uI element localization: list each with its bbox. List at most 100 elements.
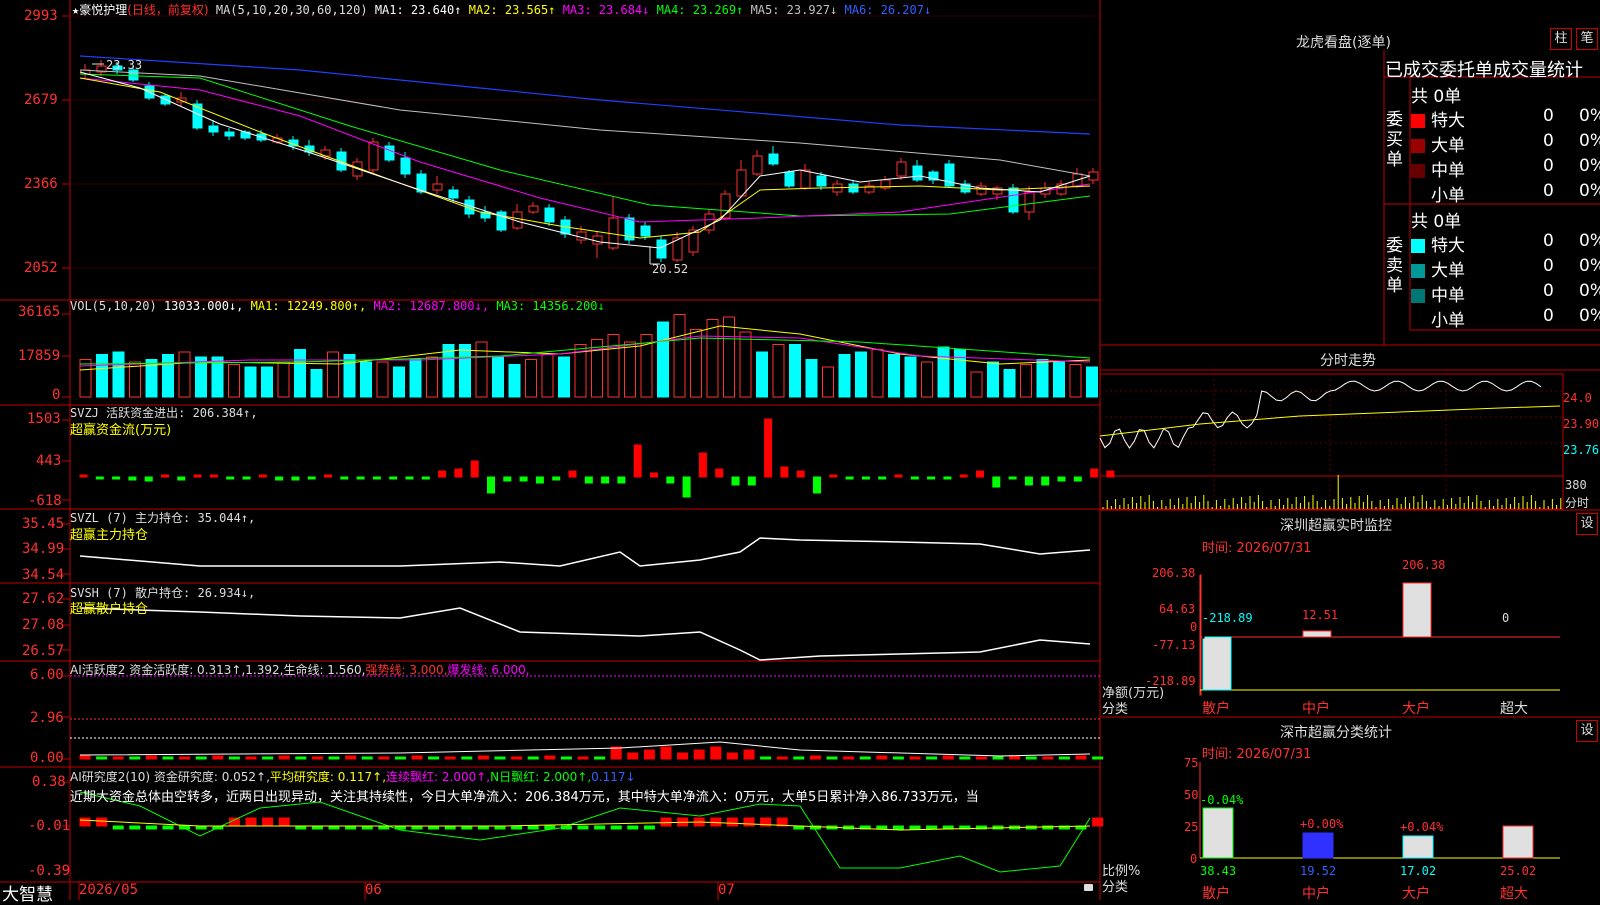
activity-bar bbox=[926, 756, 938, 760]
activity-bar bbox=[627, 752, 639, 760]
buy-total: 共 0单 bbox=[1411, 87, 1462, 107]
period-label[interactable]: (日线，前复权) bbox=[127, 3, 208, 17]
price-axis-1: 2993 bbox=[24, 8, 58, 24]
ma-item-1: MA1: 23.640↑ bbox=[374, 3, 462, 17]
chart-canvas[interactable] bbox=[0, 0, 1600, 900]
sell-row-name: 特大 bbox=[1431, 236, 1465, 256]
fund-flow-bar-down bbox=[112, 476, 121, 480]
research-bar-down bbox=[610, 825, 622, 830]
fund-flow-bar-down bbox=[682, 476, 691, 498]
intraday-axis-3: 23.76 bbox=[1563, 443, 1600, 457]
volume-bar-up bbox=[376, 361, 389, 398]
lhb-tabs[interactable]: 已成交委托单成交量统计 bbox=[1385, 56, 1583, 82]
ai2-axis-2: -0.01 bbox=[28, 818, 71, 834]
bar-mode-button[interactable]: 柱 bbox=[1550, 28, 1572, 50]
sz-stats-chg-2: +0.00% bbox=[1300, 817, 1344, 831]
fund-flow-bar-up bbox=[715, 468, 724, 478]
svsh-axis-3: 26.57 bbox=[22, 643, 65, 659]
activity-bar bbox=[1058, 756, 1070, 760]
ai2-avg: 平均研究度: 0.117↑, bbox=[269, 770, 387, 784]
volume-bar-up bbox=[327, 351, 339, 398]
volume-bar-down bbox=[888, 354, 900, 398]
research-bar-down bbox=[643, 825, 655, 830]
ma-item-3: MA3: 23.684↓ bbox=[562, 3, 650, 17]
fund-flow-bar-down bbox=[1008, 476, 1017, 480]
sz-monitor-cat-2: 中户 bbox=[1302, 701, 1330, 717]
ai2-axis-1: 0.38 bbox=[32, 774, 66, 790]
activity-bar bbox=[992, 756, 1004, 760]
candle-down bbox=[912, 165, 923, 181]
fund-flow-bar-down bbox=[242, 476, 251, 480]
brand-label[interactable]: 大智慧 bbox=[2, 880, 53, 905]
candle-down bbox=[848, 183, 859, 193]
sz-stats-cat-4: 超大 bbox=[1500, 886, 1528, 902]
activity-bar bbox=[959, 756, 971, 760]
volume-bar-up bbox=[178, 351, 191, 398]
sz-monitor-yaxis bbox=[1199, 574, 1202, 696]
buy-row-2: 大单 0 0% bbox=[1411, 131, 1600, 156]
fund-flow-bar-down bbox=[275, 476, 284, 481]
sz-monitor-bar-4 bbox=[1202, 636, 1205, 639]
fund-flow-bar-down bbox=[601, 476, 610, 484]
activity-bar bbox=[843, 756, 855, 760]
sz-monitor-axis-3: 0 bbox=[1190, 620, 1198, 634]
intraday-vol-axis: 380 bbox=[1565, 478, 1587, 492]
sz-monitor-bar-3 bbox=[1402, 582, 1432, 638]
volume-bar-up bbox=[673, 314, 686, 398]
volume-bar-down bbox=[1003, 369, 1016, 398]
activity-bar bbox=[577, 756, 589, 760]
volume-bar-down bbox=[657, 321, 669, 398]
volume-bar-up bbox=[723, 316, 735, 398]
candle-up bbox=[1024, 191, 1035, 213]
fund-flow-bar-down bbox=[943, 476, 952, 480]
fund-flow-bar-down bbox=[291, 476, 300, 481]
fund-flow-bar-down bbox=[128, 476, 137, 481]
activity-bar bbox=[1042, 756, 1054, 760]
date-label-1: 2026/05 bbox=[79, 882, 139, 898]
ma5-line bbox=[79, 69, 1091, 177]
sz-monitor-time: 时间: 2026/07/31 bbox=[1202, 541, 1312, 556]
volume-bar-up bbox=[607, 334, 620, 398]
ma4-line bbox=[79, 73, 1091, 217]
research-bar-down bbox=[511, 825, 523, 830]
buy-swatch bbox=[1411, 114, 1425, 128]
buy-row-percent: 0% bbox=[1579, 106, 1600, 126]
sz-monitor-settings-button[interactable]: 设 bbox=[1576, 513, 1598, 535]
activity-bar bbox=[560, 756, 572, 760]
fund-flow-bar-down bbox=[535, 476, 544, 484]
activity-bar bbox=[975, 756, 987, 760]
volume-bar-down bbox=[838, 354, 851, 398]
volume-bar-up bbox=[822, 366, 834, 398]
fund-flow-bar-down bbox=[747, 476, 756, 486]
svzl-subtitle: 超赢主力持仓 bbox=[70, 528, 149, 543]
lock-icon[interactable] bbox=[1084, 884, 1093, 891]
candle-up bbox=[368, 141, 379, 171]
candle-up bbox=[736, 169, 747, 197]
fund-flow-bar-up bbox=[568, 470, 577, 478]
activity-bar bbox=[212, 755, 224, 760]
sz-stats-settings-button[interactable]: 设 bbox=[1576, 720, 1598, 742]
sz-stats-axis-4: 0 bbox=[1190, 852, 1198, 866]
activity-bar bbox=[760, 756, 772, 760]
fund-flow-bar-down bbox=[1073, 476, 1082, 482]
buy-swatch bbox=[1411, 164, 1425, 178]
fund-flow-bar-down bbox=[992, 476, 1001, 488]
ai2-axis-3: -0.39 bbox=[28, 863, 71, 879]
intraday-title: 分时走势 bbox=[1320, 353, 1376, 369]
activity-bar bbox=[892, 756, 904, 760]
volume-bar-down bbox=[1036, 359, 1049, 398]
activity-bar bbox=[909, 756, 921, 760]
fund-flow-bar-down bbox=[666, 476, 675, 484]
activity-bar bbox=[278, 755, 290, 760]
svsh-axis-2: 27.08 bbox=[22, 617, 65, 633]
research-bar-down bbox=[112, 825, 124, 830]
candle-down bbox=[224, 131, 235, 137]
ai2-nday: N日飘红: 2.000↑, bbox=[490, 770, 592, 784]
research-bar-up bbox=[278, 817, 290, 827]
vol-ma3: MA3: 14356.200↓ bbox=[496, 299, 605, 313]
stock-name[interactable]: 豪悦护理 bbox=[79, 3, 127, 17]
sz-stats-axis-1: 75 bbox=[1184, 756, 1199, 770]
research-bar-up bbox=[1092, 817, 1104, 827]
volume-bar-down bbox=[756, 351, 768, 398]
tick-mode-button[interactable]: 笔 bbox=[1576, 28, 1598, 50]
